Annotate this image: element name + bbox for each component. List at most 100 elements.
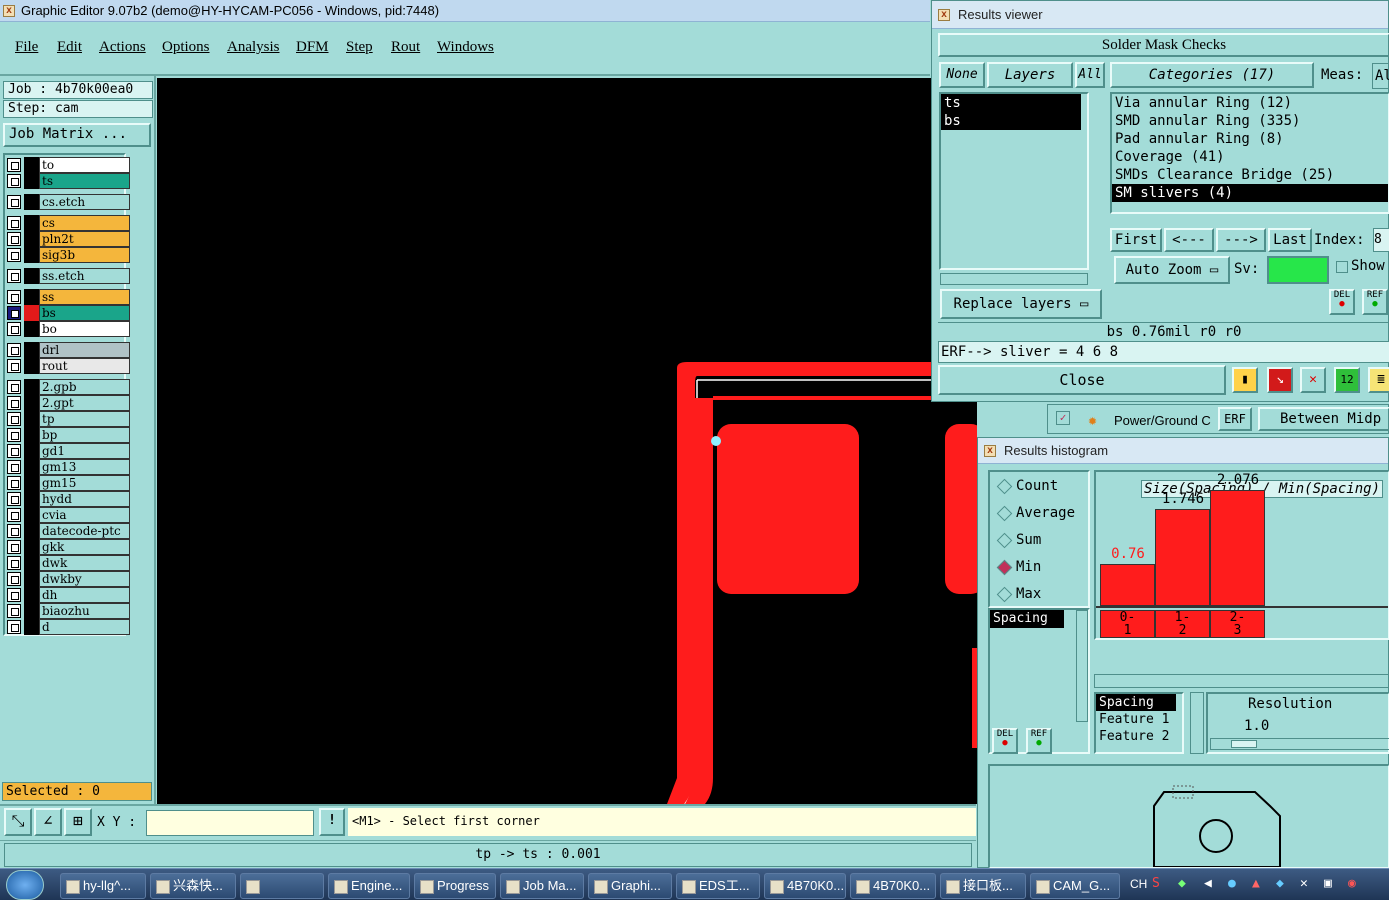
layer-row-dwk[interactable]: dwk <box>7 555 130 571</box>
layer-row-cs[interactable]: cs <box>7 215 130 231</box>
sv-color-select[interactable] <box>1267 256 1329 284</box>
layer-checkbox[interactable] <box>7 444 21 458</box>
layer-checkbox[interactable] <box>7 158 21 172</box>
tab-layers[interactable]: Layers <box>987 62 1073 88</box>
menu-dfm[interactable]: DFM <box>296 39 329 57</box>
last-button[interactable]: Last <box>1268 228 1312 252</box>
layer-row-bp[interactable]: bp <box>7 427 130 443</box>
layer-row-gm15[interactable]: gm15 <box>7 475 130 491</box>
tray-icon[interactable]: ▲ <box>1252 876 1260 891</box>
taskbar-item[interactable]: 4B70K0... <box>764 873 846 899</box>
layer-checkbox[interactable] <box>7 343 21 357</box>
category-item[interactable]: Via annular Ring (12) <box>1112 94 1388 112</box>
layer-row-sig3b[interactable]: sig3b <box>7 247 130 263</box>
tray-icon[interactable]: ◆ <box>1276 876 1284 891</box>
mode-min-radio[interactable]: Min <box>996 557 1041 577</box>
erf-button[interactable]: ERF <box>1218 407 1252 431</box>
mode-max-radio[interactable]: Max <box>996 584 1041 604</box>
layer-checkbox[interactable] <box>7 604 21 618</box>
layer-row-biaozhu[interactable]: biaozhu <box>7 603 130 619</box>
layer-row-2-gpt[interactable]: 2.gpt <box>7 395 130 411</box>
taskbar-item[interactable]: EDS工... <box>676 873 760 899</box>
layer-row-bs[interactable]: bs <box>7 305 130 321</box>
zoom-icon[interactable]: ↘ <box>1267 367 1293 393</box>
layer-checkbox[interactable] <box>7 524 21 538</box>
tray-icon[interactable]: ▣ <box>1324 876 1332 891</box>
replace-layers-select[interactable]: Replace layers ▭ <box>940 289 1102 319</box>
category-item-selected[interactable]: SM slivers (4) <box>1112 184 1388 202</box>
layer-checkbox[interactable] <box>7 620 21 634</box>
feature-item[interactable]: Feature 2 <box>1096 728 1182 745</box>
layer-row-rout[interactable]: rout <box>7 358 130 374</box>
layer-row-2-gpb[interactable]: 2.gpb <box>7 379 130 395</box>
layer-checkbox[interactable] <box>7 556 21 570</box>
layer-row-hydd[interactable]: hydd <box>7 491 130 507</box>
hist-del-button[interactable]: DEL ● <box>992 728 1018 754</box>
layer-item-bs[interactable]: bs <box>941 112 1081 130</box>
layer-checkbox[interactable] <box>7 460 21 474</box>
marker-icon[interactable]: ▮ <box>1232 367 1258 393</box>
taskbar-item[interactable]: 4B70K0... <box>850 873 936 899</box>
layer-row-cvia[interactable]: cvia <box>7 507 130 523</box>
layer-row-dwkby[interactable]: dwkby <box>7 571 130 587</box>
mode-sum-radio[interactable]: Sum <box>996 530 1041 550</box>
del-button[interactable]: DEL ● <box>1329 289 1355 315</box>
hist-ref-button[interactable]: REF ● <box>1026 728 1052 754</box>
network-icon[interactable]: ◆ <box>1178 876 1186 891</box>
category-item[interactable]: SMD annular Ring (335) <box>1112 112 1388 130</box>
layer-row-bo[interactable]: bo <box>7 321 130 337</box>
layer-checkbox[interactable] <box>7 492 21 506</box>
mode-count-radio[interactable]: Count <box>996 476 1058 496</box>
power-ground-label[interactable]: Power/Ground C <box>1114 413 1218 428</box>
graphic-canvas[interactable] <box>157 78 977 804</box>
next-button[interactable]: ---> <box>1216 228 1266 252</box>
histogram-bar[interactable] <box>1210 490 1265 606</box>
layer-row-tp[interactable]: tp <box>7 411 130 427</box>
taskbar-item[interactable]: Engine... <box>328 873 410 899</box>
layer-checkbox[interactable] <box>7 412 21 426</box>
prev-button[interactable]: <--- <box>1164 228 1214 252</box>
menu-analysis[interactable]: Analysis <box>227 39 280 57</box>
layer-checkbox[interactable] <box>7 174 21 188</box>
menu-actions[interactable]: Actions <box>99 39 146 57</box>
feature-item[interactable]: Spacing <box>1096 694 1176 711</box>
all-button[interactable]: All <box>1075 62 1105 88</box>
layer-checkbox[interactable] <box>7 359 21 373</box>
taskbar-item[interactable]: hy-llg^... <box>60 873 146 899</box>
resolution-slider[interactable] <box>1210 738 1389 750</box>
meas-select[interactable]: Al <box>1372 63 1389 89</box>
tray-icon[interactable]: ● <box>1228 876 1236 891</box>
layer-checkbox[interactable] <box>7 540 21 554</box>
taskbar-item[interactable]: CAM_G... <box>1030 873 1120 899</box>
job-matrix-button[interactable]: Job Matrix ... <box>3 123 151 147</box>
layer-checkbox[interactable] <box>7 195 21 209</box>
none-button[interactable]: None <box>939 62 985 88</box>
layer-row-to[interactable]: to <box>7 157 130 173</box>
mode-average-radio[interactable]: Average <box>996 503 1075 523</box>
ime-icon[interactable]: S <box>1152 876 1160 891</box>
spacing-vscrollbar[interactable] <box>1076 610 1088 722</box>
layer-row-pln2t[interactable]: pln2t <box>7 231 130 247</box>
spacing-item[interactable]: Spacing <box>990 610 1064 628</box>
menu-step[interactable]: Step <box>346 39 373 57</box>
layer-checkbox[interactable] <box>7 396 21 410</box>
menu-rout[interactable]: Rout <box>391 39 420 57</box>
category-item[interactable]: Pad annular Ring (8) <box>1112 130 1388 148</box>
layer-row-ss-etch[interactable]: ss.etch <box>7 268 130 284</box>
layer-checkbox[interactable] <box>7 572 21 586</box>
diag-tool-icon[interactable]: ⤡ <box>4 808 32 836</box>
menu-options[interactable]: Options <box>162 39 210 57</box>
layer-row-drl[interactable]: drl <box>7 342 130 358</box>
volume-icon[interactable]: ◀ <box>1204 876 1212 891</box>
layer-row-cs-etch[interactable]: cs.etch <box>7 194 130 210</box>
layer-checkbox[interactable] <box>7 306 21 320</box>
layer-row-ss[interactable]: ss <box>7 289 130 305</box>
first-button[interactable]: First <box>1110 228 1162 252</box>
chart-hscrollbar[interactable] <box>1094 674 1389 688</box>
layer-row-dh[interactable]: dh <box>7 587 130 603</box>
auto-zoom-select[interactable]: Auto Zoom ▭ <box>1114 256 1230 284</box>
layer-row-d[interactable]: d <box>7 619 130 635</box>
taskbar-item[interactable] <box>240 873 324 899</box>
tab-categories[interactable]: Categories (17) <box>1110 62 1314 88</box>
layer-checkbox[interactable] <box>7 216 21 230</box>
